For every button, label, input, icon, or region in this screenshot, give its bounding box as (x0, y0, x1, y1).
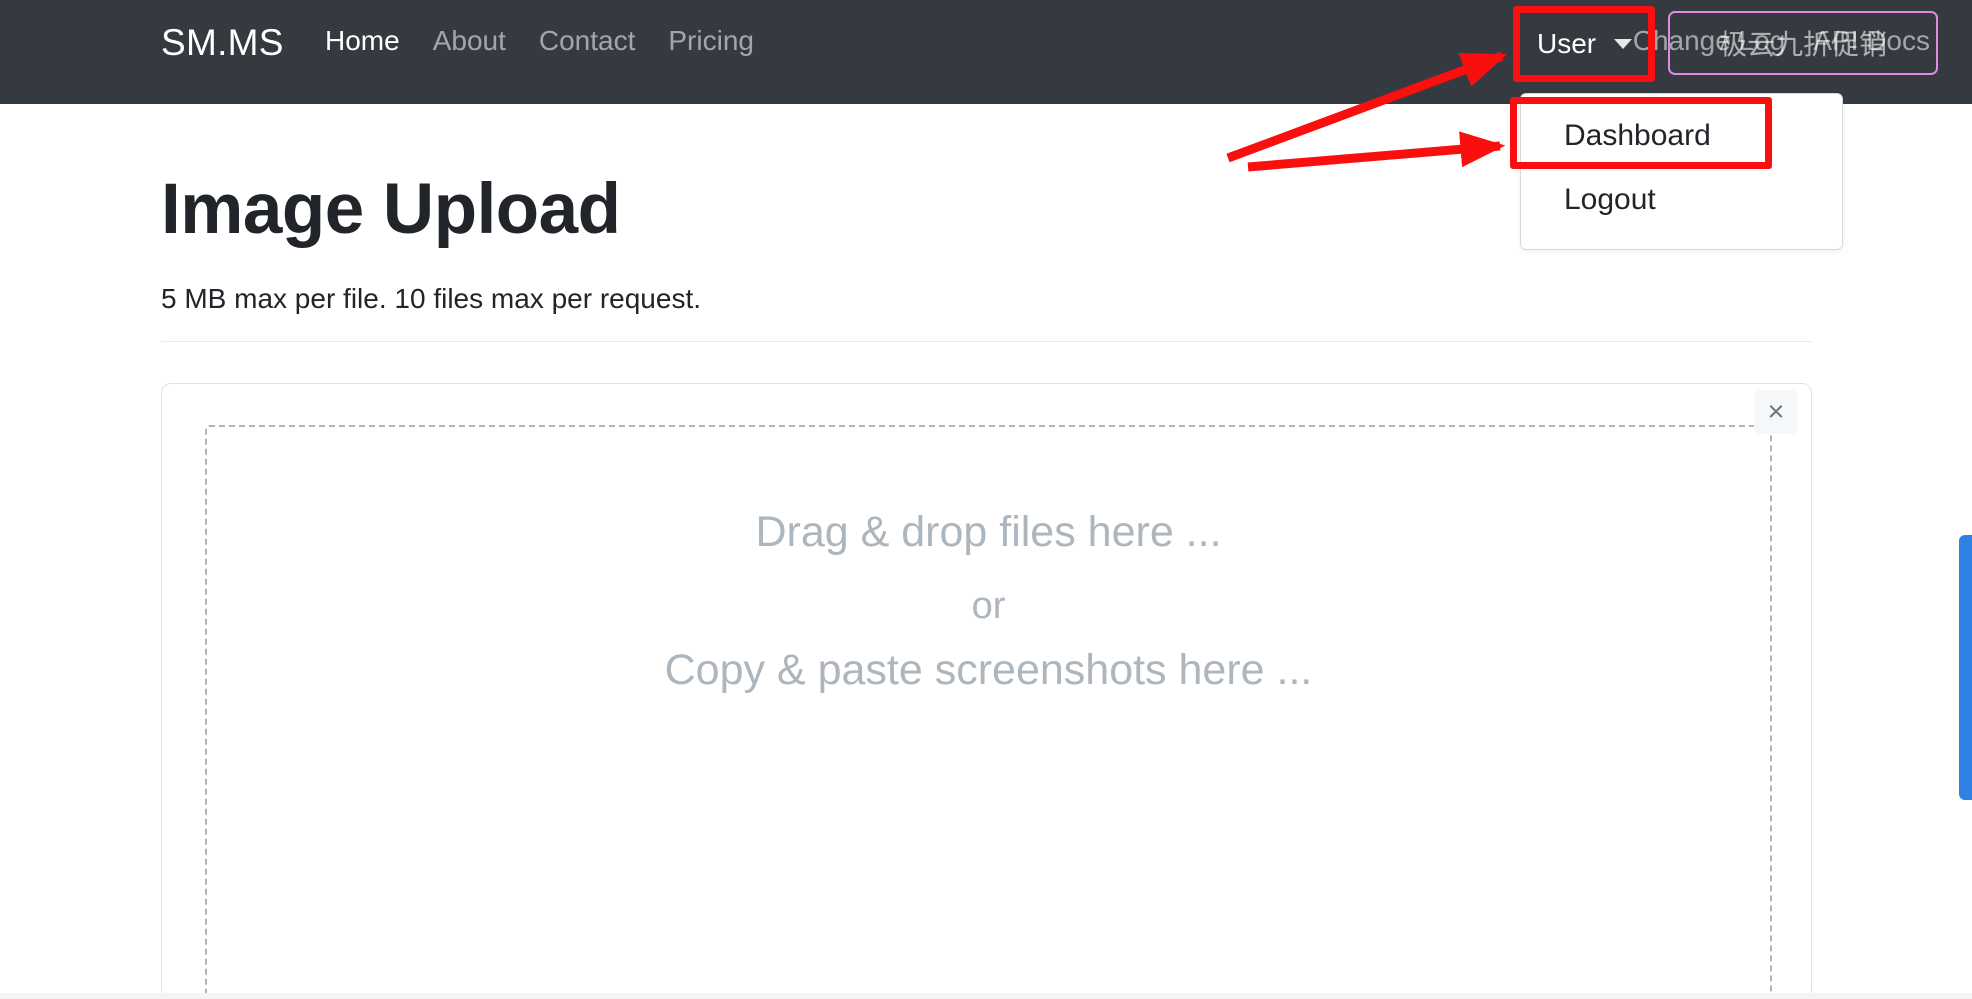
dropzone-line-drag: Drag & drop files here ... (755, 508, 1222, 556)
nav-link-home[interactable]: Home (325, 27, 400, 55)
nav-link-contact[interactable]: Contact (539, 27, 636, 55)
user-menu-label: User (1537, 28, 1597, 59)
primary-nav: Home About Contact Pricing (325, 27, 754, 55)
page-subtitle: 5 MB max per file. 10 files max per requ… (161, 283, 701, 314)
promo-button[interactable]: 极云九折促销 (1668, 11, 1938, 75)
top-navbar: SM.MS Home About Contact Pricing Change … (0, 0, 1972, 104)
close-icon[interactable]: × (1754, 390, 1798, 434)
nav-link-pricing[interactable]: Pricing (668, 27, 754, 55)
upload-card: × Drag & drop files here ... or Copy & p… (161, 383, 1812, 999)
edge-side-widget[interactable] (1959, 535, 1972, 800)
content-divider (161, 341, 1812, 342)
nav-link-about[interactable]: About (433, 27, 506, 55)
dropdown-item-logout[interactable]: Logout (1521, 168, 1842, 232)
user-dropdown-menu: Dashboard Logout (1520, 93, 1843, 250)
page-root: SM.MS Home About Contact Pricing Change … (0, 0, 1972, 999)
dropzone-line-or: or (971, 585, 1006, 627)
page-title: Image Upload (161, 170, 621, 249)
chevron-down-icon (1614, 39, 1633, 49)
annotation-arrow-to-dashboard (1247, 131, 1506, 172)
brand-logo[interactable]: SM.MS (161, 22, 284, 64)
bottom-strip (0, 993, 1972, 999)
user-dropdown-toggle[interactable]: User (1523, 15, 1646, 73)
dropzone-line-paste: Copy & paste screenshots here ... (664, 646, 1313, 694)
file-dropzone[interactable]: Drag & drop files here ... or Copy & pas… (205, 425, 1772, 999)
dropdown-item-dashboard[interactable]: Dashboard (1521, 104, 1842, 168)
